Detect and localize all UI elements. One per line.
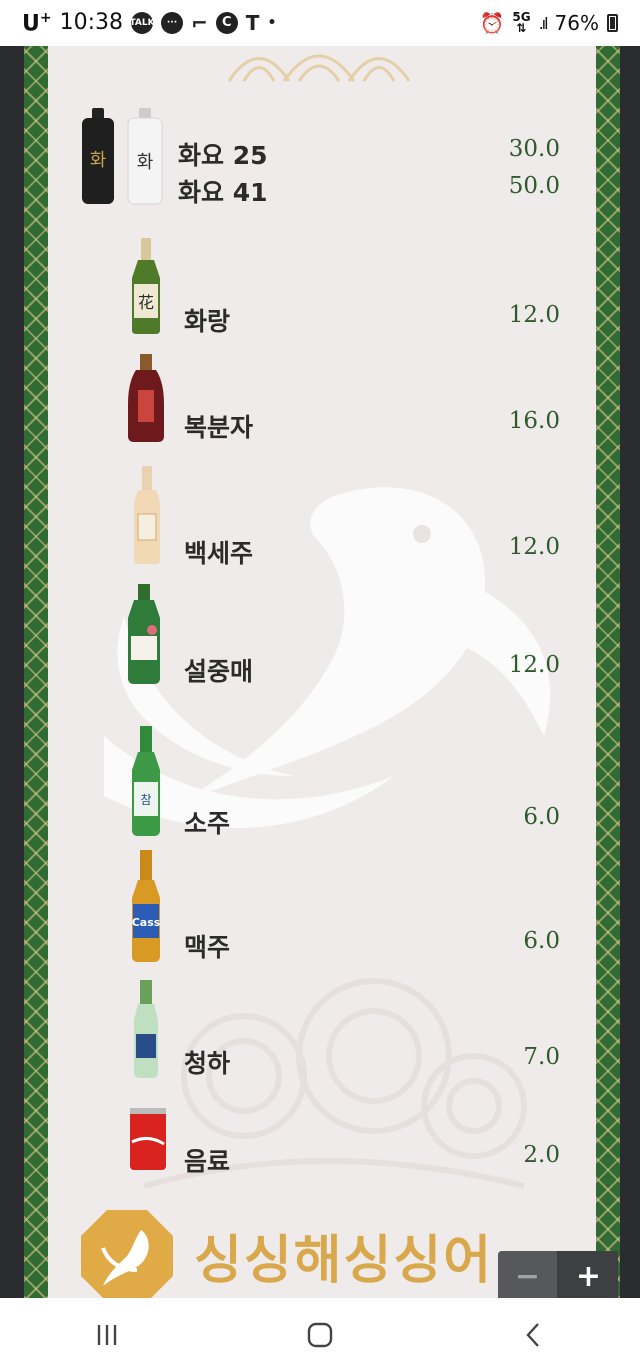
talk-icon: TALK — [129, 11, 155, 34]
brand-name: 싱싱해싱싱어 — [194, 1231, 494, 1291]
item-name: 화랑 — [184, 307, 231, 336]
item-price: 50.0 — [508, 173, 560, 199]
signal-bars-icon: .ıl — [538, 13, 549, 33]
recent-apps-button[interactable] — [77, 1305, 137, 1365]
seoljungmae-bottle-image — [128, 584, 160, 684]
t-icon: T — [245, 10, 260, 35]
alarm-icon: ⏰ — [479, 11, 505, 35]
item-name: 설중매 — [184, 657, 254, 686]
hwarang-bottle-image: 花 — [132, 238, 160, 334]
svg-text:참: 참 — [140, 793, 151, 807]
svg-text:Cass: Cass — [132, 916, 161, 929]
item-price: 12.0 — [508, 534, 560, 560]
back-icon — [526, 1323, 540, 1347]
item-price: 16.0 — [508, 408, 560, 434]
cola-can-image — [130, 1108, 166, 1170]
status-bar: U+ 10:38 TALK ··· ⌐ C T • ⏰ 5G ⇅ .ıl 76% — [0, 0, 640, 46]
battery-percent: 76% — [554, 11, 599, 35]
zoom-in-button[interactable]: + — [559, 1251, 618, 1301]
recent-apps-icon — [97, 1325, 116, 1345]
item-price: 30.0 — [508, 136, 560, 162]
svg-text:花: 花 — [138, 293, 154, 312]
item-name: 맥주 — [184, 933, 231, 962]
hwayo-41-bottle-image: 화 — [127, 108, 163, 205]
item-price: 12.0 — [508, 652, 560, 678]
left-pattern-border — [24, 46, 48, 1298]
menu-list: 화 화 화요 25 30.0 화요 41 50.0 花 화랑 12.0 복분자 … — [48, 46, 596, 1298]
back-button[interactable] — [503, 1305, 563, 1365]
item-price: 12.0 — [508, 302, 560, 328]
item-name: 음료 — [184, 1147, 231, 1176]
item-name: 청하 — [184, 1049, 231, 1078]
right-pattern-border — [596, 46, 620, 1298]
zoom-out-button[interactable]: − — [498, 1251, 559, 1301]
item-price: 6.0 — [523, 928, 560, 954]
dot-icon: • — [267, 14, 277, 31]
fish-logo-icon — [81, 1210, 173, 1298]
status-left: U+ 10:38 TALK ··· ⌐ C T • — [22, 10, 276, 36]
item-name: 화요 25 — [178, 141, 268, 170]
beer-bottle-image: Cass — [132, 850, 161, 962]
bokbunja-bottle-image — [128, 354, 164, 442]
menu-viewport[interactable]: 화 화 화요 25 30.0 화요 41 50.0 花 화랑 12.0 복분자 … — [0, 46, 640, 1298]
signal-arc-icon: ⌐ — [191, 10, 208, 35]
battery-icon — [607, 14, 618, 32]
item-price: 6.0 — [523, 804, 560, 830]
svg-text:화: 화 — [90, 150, 107, 171]
item-name: 화요 41 — [178, 178, 268, 207]
baekseju-bottle-image — [134, 466, 160, 564]
svg-text:화: 화 — [137, 152, 154, 173]
item-name: 소주 — [184, 809, 231, 838]
carrier-label: U+ — [22, 9, 52, 37]
status-right: ⏰ 5G ⇅ .ıl 76% — [479, 11, 618, 35]
menu-card: 화 화 화요 25 30.0 화요 41 50.0 花 화랑 12.0 복분자 … — [24, 46, 620, 1298]
home-icon — [307, 1322, 333, 1348]
c-circle-icon: C — [215, 11, 238, 34]
hwayo-25-bottle-image: 화 — [82, 108, 114, 204]
zoom-controls: − + — [498, 1251, 618, 1301]
item-price: 7.0 — [523, 1044, 560, 1070]
item-price: 2.0 — [523, 1142, 560, 1168]
5g-data-icon: 5G ⇅ — [512, 10, 531, 35]
item-name: 복분자 — [184, 413, 254, 442]
soju-bottle-image: 참 — [132, 726, 160, 836]
item-name: 백세주 — [184, 539, 254, 568]
chungha-bottle-image — [134, 980, 158, 1078]
home-button[interactable] — [290, 1305, 350, 1365]
chat-bubble-icon: ··· — [161, 11, 184, 34]
navigation-bar — [0, 1298, 640, 1372]
status-time: 10:38 — [59, 10, 124, 36]
